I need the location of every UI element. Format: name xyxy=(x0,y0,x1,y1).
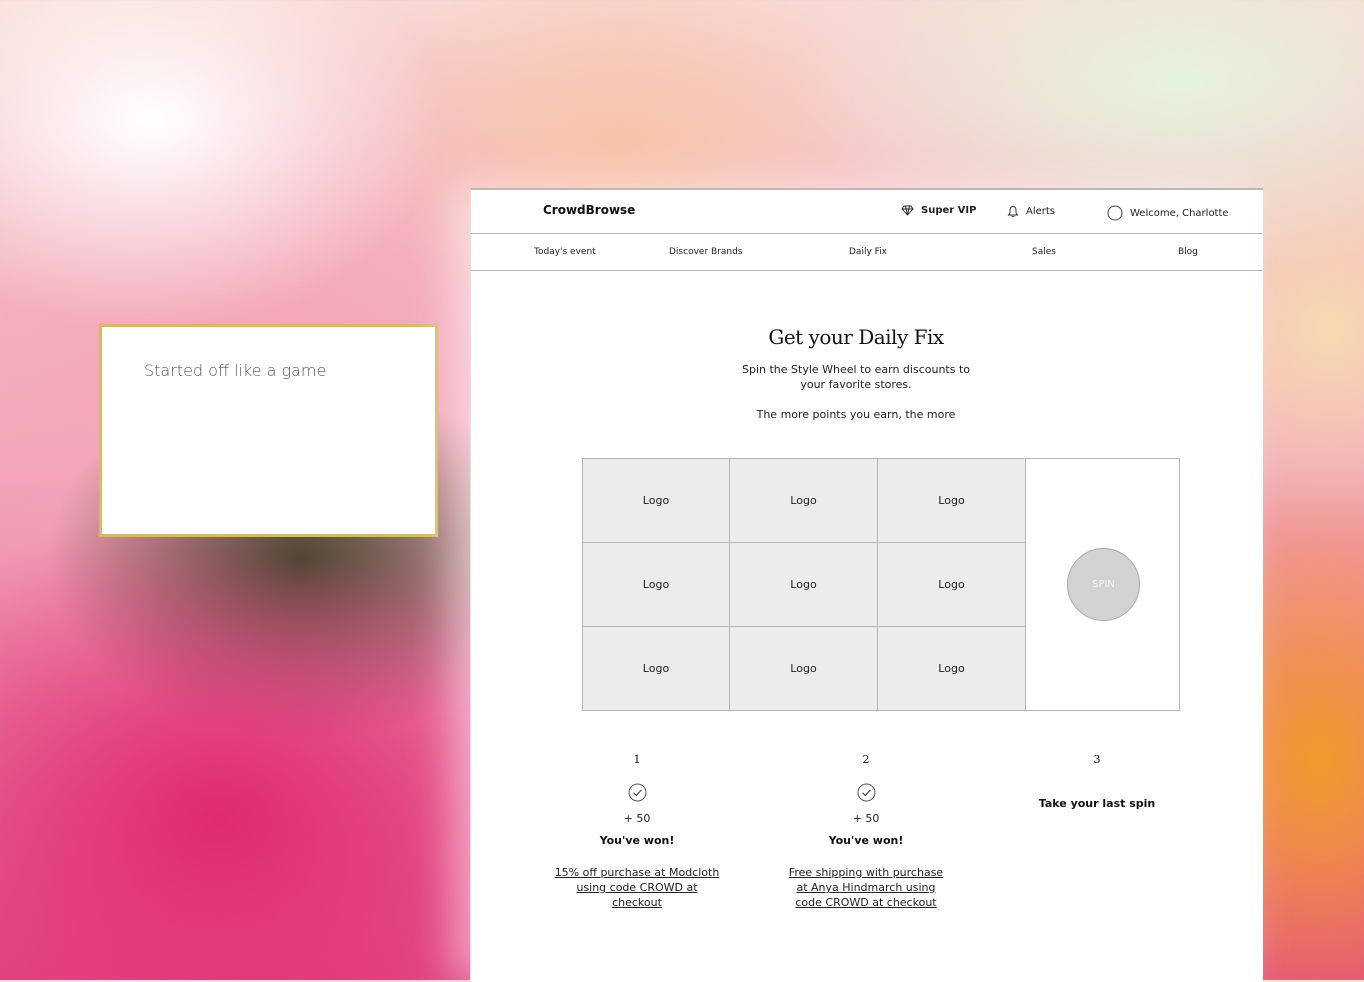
brand-logo-tile: Logo xyxy=(583,543,730,627)
logo-grid: Logo Logo Logo Logo Logo Logo Logo Logo … xyxy=(583,459,1026,710)
step-1: 1 + 50 You've won! 15% off purchase at M… xyxy=(527,753,747,910)
step-number: 2 xyxy=(862,753,870,766)
diamond-icon xyxy=(901,205,914,216)
brand-logo-tile: Logo xyxy=(730,459,878,543)
step-number: 1 xyxy=(633,753,641,766)
prize-link[interactable]: Free shipping with purchase at Anya Hind… xyxy=(783,865,949,910)
avatar-circle-icon xyxy=(1107,205,1123,221)
brand-logo-tile: Logo xyxy=(583,627,730,710)
nav-daily-fix[interactable]: Daily Fix xyxy=(849,247,887,257)
alerts-label: Alerts xyxy=(1026,206,1056,217)
check-circle-icon xyxy=(857,783,876,802)
caption-text: Started off like a game xyxy=(144,361,327,380)
page-subtitle: Spin the Style Wheel to earn discounts t… xyxy=(741,363,971,391)
step-2: 2 + 50 You've won! Free shipping with pu… xyxy=(756,753,976,910)
super-vip-label: Super VIP xyxy=(921,205,977,216)
brand-logo-tile: Logo xyxy=(583,459,730,543)
nav-sales[interactable]: Sales xyxy=(1032,247,1056,257)
nav-todays-event[interactable]: Today's event xyxy=(534,247,596,257)
result-label: You've won! xyxy=(599,834,675,847)
brand-logo-tile: Logo xyxy=(730,543,878,627)
brand-logo-tile: Logo xyxy=(878,543,1026,627)
nav-discover-brands[interactable]: Discover Brands xyxy=(669,247,743,257)
prize-link[interactable]: 15% off purchase at Modcloth using code … xyxy=(553,865,721,910)
step-number: 3 xyxy=(1093,753,1101,766)
top-bar: CrowdBrowse Super VIP Alerts Welcome, Ch… xyxy=(471,190,1263,234)
super-vip-link[interactable]: Super VIP xyxy=(901,205,976,216)
nav-blog[interactable]: Blog xyxy=(1178,247,1198,257)
account-menu[interactable]: Welcome, Charlotte xyxy=(1107,205,1229,221)
welcome-label: Welcome, Charlotte xyxy=(1130,207,1229,219)
brand-logo-tile: Logo xyxy=(878,459,1026,543)
brand-logo-tile: Logo xyxy=(878,627,1026,710)
app-window: CrowdBrowse Super VIP Alerts Welcome, Ch… xyxy=(470,188,1263,982)
last-spin-prompt[interactable]: Take your last spin xyxy=(987,797,1207,810)
page-title: Get your Daily Fix xyxy=(768,325,944,349)
main-nav: Today's event Discover Brands Daily Fix … xyxy=(471,234,1263,271)
points-earned: + 50 xyxy=(623,812,651,825)
brand-logo[interactable]: CrowdBrowse xyxy=(543,203,635,217)
brand-logo-tile: Logo xyxy=(730,627,878,710)
result-label: You've won! xyxy=(828,834,904,847)
points-note: The more points you earn, the more xyxy=(756,408,956,421)
alerts-link[interactable]: Alerts xyxy=(1007,205,1055,218)
bell-icon xyxy=(1007,206,1019,218)
check-circle-icon xyxy=(628,783,647,802)
caption-card: Started off like a game xyxy=(99,324,438,537)
style-wheel: Logo Logo Logo Logo Logo Logo Logo Logo … xyxy=(582,458,1180,711)
points-earned: + 50 xyxy=(852,812,880,825)
step-3: 3 Take your last spin xyxy=(987,753,1207,810)
spin-button[interactable]: SPIN xyxy=(1067,548,1140,621)
